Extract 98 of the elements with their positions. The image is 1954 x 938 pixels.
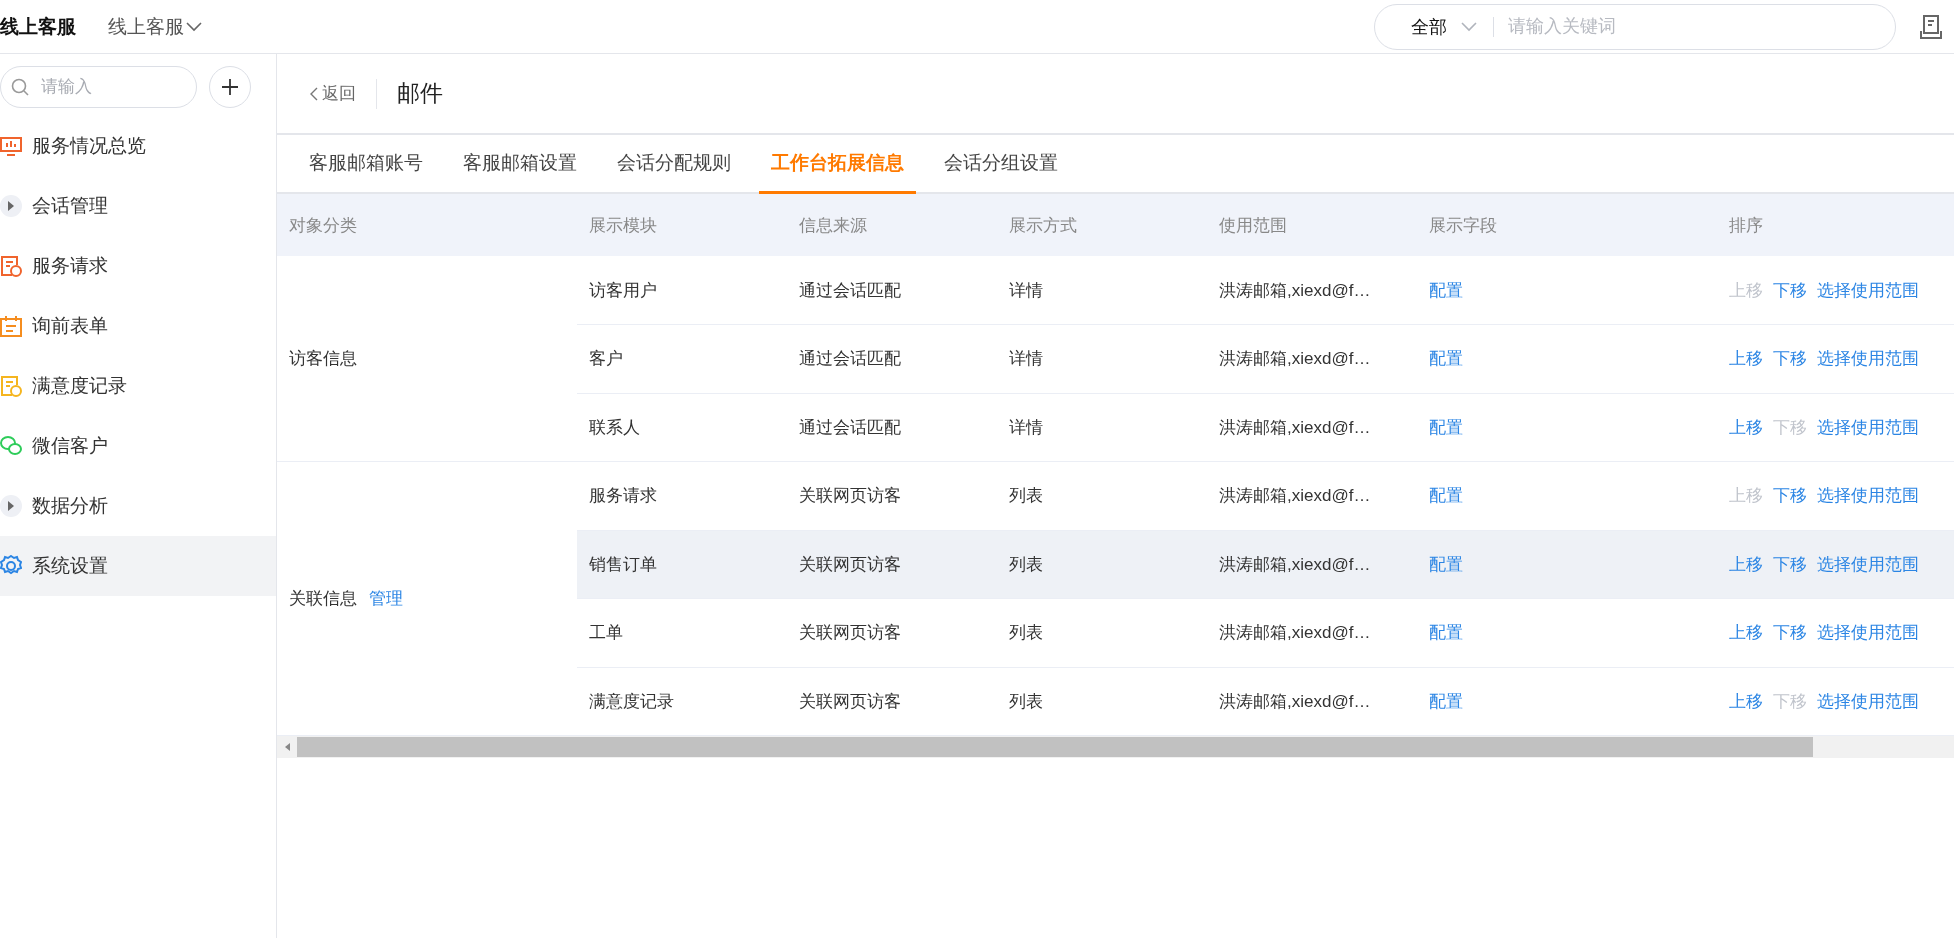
table-cell: 洪涛邮箱,xiexd@f…	[1207, 256, 1417, 325]
chat-bubbles-icon	[0, 435, 22, 457]
horizontal-scrollbar[interactable]	[277, 736, 1954, 758]
configure-link[interactable]: 配置	[1429, 691, 1463, 711]
table-cell: 洪涛邮箱,xiexd@f…	[1207, 530, 1417, 599]
select-range-link[interactable]: 选择使用范围	[1817, 417, 1919, 437]
category-label: 关联信息	[289, 589, 357, 608]
table-cell: 访客用户	[577, 256, 787, 325]
page-title: 邮件	[397, 79, 443, 108]
table-cell: 工单	[577, 598, 787, 667]
table-cell: 关联网页访客	[787, 598, 997, 667]
table-cell: 洪涛邮箱,xiexd@f…	[1207, 393, 1417, 462]
move-up-link[interactable]: 上移	[1729, 349, 1763, 369]
table-cell: 列表	[997, 667, 1207, 736]
table-cell: 列表	[997, 598, 1207, 667]
configure-link[interactable]: 配置	[1429, 280, 1463, 300]
monitor-icon	[0, 135, 22, 157]
scope-dropdown[interactable]: 全部	[1411, 14, 1447, 39]
move-up-link[interactable]: 上移	[1729, 417, 1763, 437]
table-cell: 洪涛邮箱,xiexd@f…	[1207, 598, 1417, 667]
calendar-icon	[0, 315, 22, 337]
configure-link[interactable]: 配置	[1429, 349, 1463, 369]
back-link[interactable]: 返回	[310, 82, 356, 105]
column-header: 展示模块	[577, 194, 787, 256]
select-range-link[interactable]: 选择使用范围	[1817, 554, 1919, 574]
move-up-link[interactable]: 上移	[1729, 554, 1763, 574]
table-cell: 洪涛邮箱,xiexd@f…	[1207, 324, 1417, 393]
configure-link[interactable]: 配置	[1429, 623, 1463, 643]
add-button[interactable]	[209, 66, 251, 108]
move-down-link[interactable]: 下移	[1773, 623, 1807, 643]
sidebar-search-field[interactable]: 请输入	[0, 66, 197, 108]
move-down-link[interactable]: 下移	[1773, 349, 1807, 369]
expand-icon	[0, 195, 22, 217]
scrollbar-thumb[interactable]	[297, 737, 1813, 757]
move-down-link[interactable]: 下移	[1773, 280, 1807, 300]
column-header: 信息来源	[787, 194, 997, 256]
table-cell: 服务请求	[577, 461, 787, 530]
chevron-down-icon	[186, 21, 202, 32]
column-header: 使用范围	[1207, 194, 1417, 256]
select-range-link[interactable]: 选择使用范围	[1817, 691, 1919, 711]
plus-icon	[221, 78, 239, 96]
tab[interactable]: 客服邮箱账号	[297, 135, 435, 194]
column-header: 展示方式	[997, 194, 1207, 256]
document-icon	[0, 255, 22, 277]
keyword-field[interactable]: 请输入关键词	[1506, 15, 1895, 38]
sidebar-item[interactable]: 数据分析	[0, 476, 276, 536]
move-down-link[interactable]: 下移	[1773, 486, 1807, 506]
select-range-link[interactable]: 选择使用范围	[1817, 486, 1919, 506]
table-cell: 洪涛邮箱,xiexd@f…	[1207, 461, 1417, 530]
tab[interactable]: 会话分配规则	[605, 135, 743, 194]
table-cell: 列表	[997, 461, 1207, 530]
table-cell: 联系人	[577, 393, 787, 462]
app-logo: 线上客服	[0, 14, 76, 39]
sidebar-item[interactable]: 系统设置	[0, 536, 276, 596]
sidebar-item[interactable]: 服务情况总览	[0, 116, 276, 176]
select-range-link[interactable]: 选择使用范围	[1817, 623, 1919, 643]
table-cell: 详情	[997, 256, 1207, 325]
table-cell: 关联网页访客	[787, 461, 997, 530]
table-cell: 详情	[997, 393, 1207, 462]
configure-link[interactable]: 配置	[1429, 486, 1463, 506]
tab[interactable]: 会话分组设置	[932, 135, 1070, 194]
settings-icon	[0, 555, 22, 577]
inbox-icon[interactable]	[1920, 14, 1942, 39]
table-cell: 销售订单	[577, 530, 787, 599]
sidebar-item[interactable]: 会话管理	[0, 176, 276, 236]
sidebar-item[interactable]: 满意度记录	[0, 356, 276, 416]
table-cell: 通过会话匹配	[787, 393, 997, 462]
move-down-link[interactable]: 下移	[1773, 554, 1807, 574]
move-up-link[interactable]: 上移	[1729, 691, 1763, 711]
select-range-link[interactable]: 选择使用范围	[1817, 349, 1919, 369]
tab[interactable]: 客服邮箱设置	[451, 135, 589, 194]
chevron-left-icon	[310, 86, 318, 101]
table-cell: 列表	[997, 530, 1207, 599]
chevron-down-icon	[1461, 21, 1477, 32]
search-icon	[11, 78, 29, 96]
expand-icon	[0, 495, 22, 517]
manage-link[interactable]: 管理	[369, 589, 403, 608]
column-header: 排序	[1717, 194, 1954, 256]
configure-link[interactable]: 配置	[1429, 417, 1463, 437]
table-cell: 通过会话匹配	[787, 324, 997, 393]
table-cell: 关联网页访客	[787, 667, 997, 736]
table-cell: 通过会话匹配	[787, 256, 997, 325]
column-header: 对象分类	[277, 194, 577, 256]
sidebar-item[interactable]: 微信客户	[0, 416, 276, 476]
move-up-link[interactable]: 上移	[1729, 623, 1763, 643]
table-cell: 客户	[577, 324, 787, 393]
table-cell: 关联网页访客	[787, 530, 997, 599]
scroll-left-icon[interactable]	[283, 742, 293, 752]
sidebar-item[interactable]: 服务请求	[0, 236, 276, 296]
sidebar-item[interactable]: 询前表单	[0, 296, 276, 356]
app-switcher[interactable]: 线上客服	[108, 13, 202, 40]
table-cell: 详情	[997, 324, 1207, 393]
category-label: 访客信息	[289, 349, 357, 368]
table-cell: 洪涛邮箱,xiexd@f…	[1207, 667, 1417, 736]
select-range-link[interactable]: 选择使用范围	[1817, 280, 1919, 300]
column-header: 展示字段	[1417, 194, 1717, 256]
table-cell: 满意度记录	[577, 667, 787, 736]
configure-link[interactable]: 配置	[1429, 554, 1463, 574]
